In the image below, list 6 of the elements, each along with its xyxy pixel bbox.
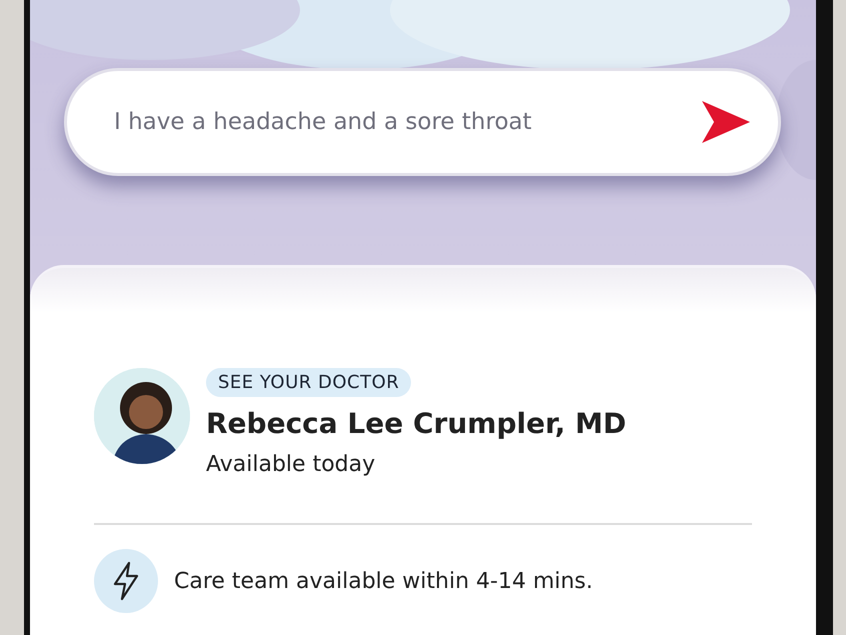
send-icon[interactable] [702, 101, 750, 143]
search-field[interactable]: I have a headache and a sore throat [112, 108, 702, 136]
care-team-text: Care team available within 4-14 mins. [174, 568, 593, 594]
doctor-name: Rebecca Lee Crumpler, MD [206, 407, 626, 440]
doctor-badge: SEE YOUR DOCTOR [206, 368, 412, 397]
availability-text: Available today [206, 452, 376, 477]
